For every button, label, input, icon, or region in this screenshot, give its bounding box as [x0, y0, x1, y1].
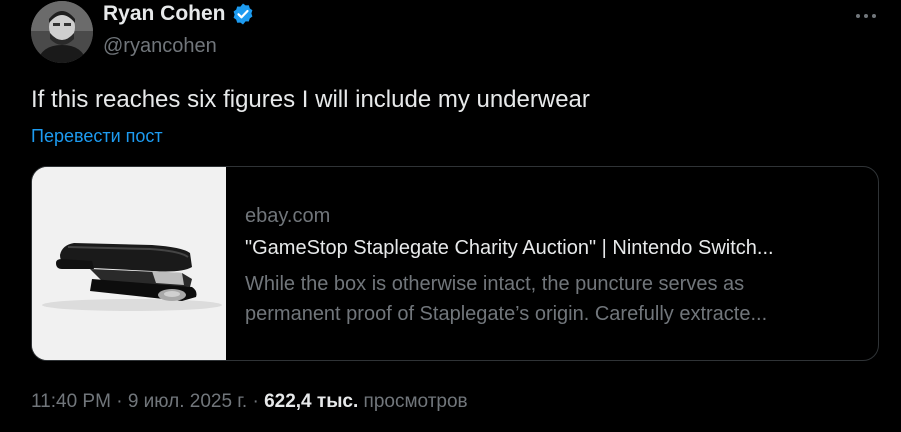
meta-separator: ·	[247, 391, 265, 412]
card-title: "GameStop Staplegate Charity Auction" | …	[245, 237, 774, 259]
stapler-image	[32, 167, 226, 360]
card-domain: ebay.com	[245, 205, 331, 227]
tweet-time[interactable]: 11:40 PM	[31, 391, 111, 412]
tweet-meta: 11:40 PM · 9 июл. 2025 г. · 622,4 тыс. п…	[31, 391, 468, 413]
more-options-button[interactable]	[848, 2, 884, 30]
views-count: 622,4 тыс.	[264, 391, 359, 412]
views-label: просмотров	[358, 391, 468, 412]
card-description-line-1: While the box is otherwise intact, the p…	[245, 273, 745, 295]
author-display-name[interactable]: Ryan Cohen	[103, 2, 226, 26]
tweet-date[interactable]: 9 июл. 2025 г.	[128, 391, 247, 412]
card-description: While the box is otherwise intact, the p…	[245, 269, 865, 329]
tweet-text: If this reaches six figures I will inclu…	[31, 86, 590, 113]
more-horizontal-icon	[856, 14, 876, 18]
card-description-line-2: permanent proof of Staplegate’s origin. …	[245, 303, 768, 325]
card-image	[32, 167, 226, 360]
avatar[interactable]	[31, 1, 93, 63]
verified-badge-icon	[231, 2, 255, 26]
avatar-image	[31, 1, 93, 63]
author-handle[interactable]: @ryancohen	[103, 35, 217, 58]
link-preview-card[interactable]: ebay.com "GameStop Staplegate Charity Au…	[31, 166, 879, 361]
translate-post-link[interactable]: Перевести пост	[31, 126, 163, 147]
author-name-row: Ryan Cohen	[103, 2, 255, 26]
meta-separator: ·	[110, 391, 128, 412]
tweet: Ryan Cohen @ryancohen If this reaches si…	[0, 0, 901, 432]
